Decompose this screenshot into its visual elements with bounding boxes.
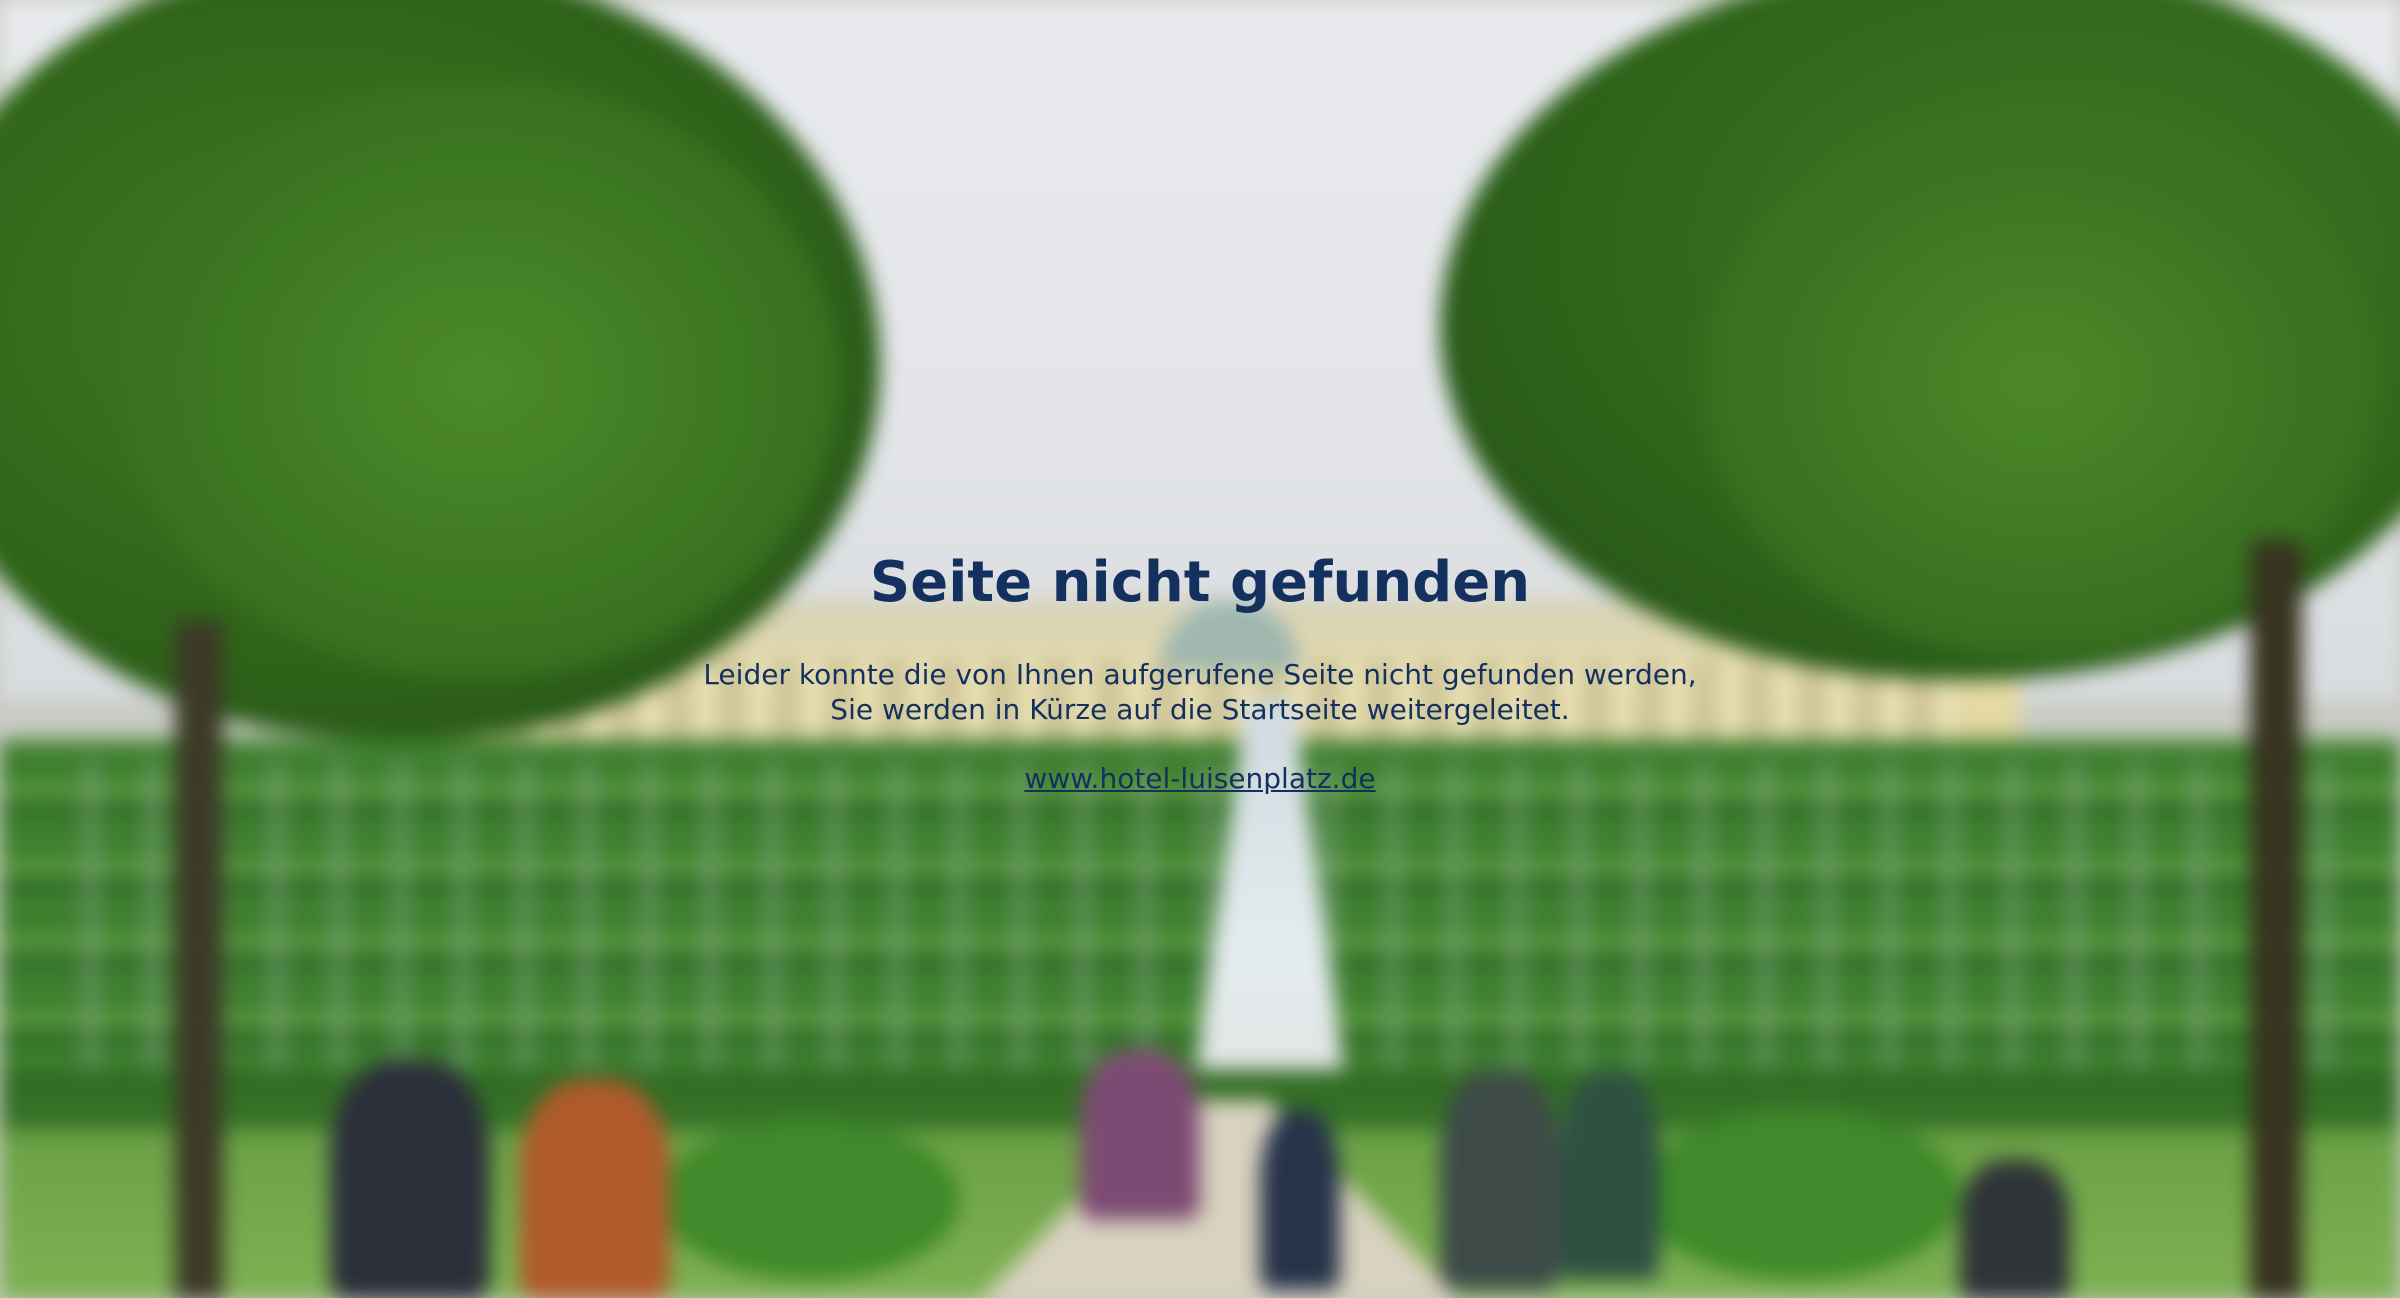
error-message: Leider konnte die von Ihnen aufgerufene … bbox=[0, 657, 2400, 727]
homepage-link[interactable]: www.hotel-luisenplatz.de bbox=[1024, 761, 1375, 797]
error-message-line-2: Sie werden in Kürze auf die Startseite w… bbox=[830, 693, 1570, 726]
error-page: Seite nicht gefunden Leider konnte die v… bbox=[0, 0, 2400, 1298]
page-title: Seite nicht gefunden bbox=[869, 550, 1531, 615]
error-message-line-1: Leider konnte die von Ihnen aufgerufene … bbox=[703, 658, 1697, 691]
error-message-panel: Seite nicht gefunden Leider konnte die v… bbox=[0, 545, 2400, 797]
